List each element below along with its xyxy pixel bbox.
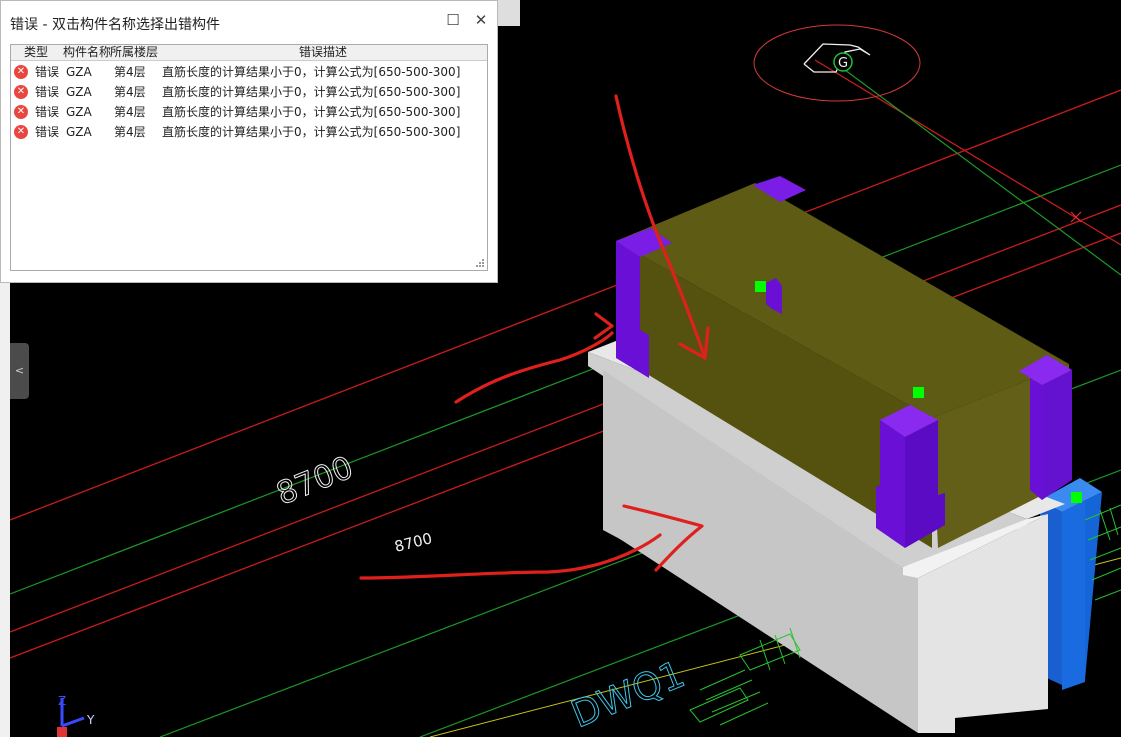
table-row[interactable]: ✕ 错误 GZA 第4层 直筋长度的计算结果小于0，计算公式为[650-500-… <box>11 83 487 103</box>
maximize-button[interactable]: ☐ <box>442 9 464 31</box>
close-icon: ✕ <box>474 11 488 29</box>
compass-label: G <box>838 56 848 71</box>
row-type: 错误 <box>35 105 60 119</box>
column-header-component[interactable]: 构件名称 <box>63 45 111 60</box>
error-icon: ✕ <box>14 65 28 79</box>
row-floor: 第4层 <box>114 65 146 79</box>
toolbar-fragment <box>498 0 520 26</box>
column-header-description[interactable]: 错误描述 <box>299 45 347 60</box>
table-row[interactable]: ✕ 错误 GZA 第4层 直筋长度的计算结果小于0，计算公式为[650-500-… <box>11 63 487 83</box>
row-floor: 第4层 <box>114 105 146 119</box>
error-table: 类型 构件名称 所属楼层 错误描述 ✕ 错误 GZA 第4层 直筋长度的计算结果… <box>10 44 488 271</box>
row-floor: 第4层 <box>114 125 146 139</box>
row-component[interactable]: GZA <box>66 63 92 81</box>
error-icon: ✕ <box>14 125 28 139</box>
table-row[interactable]: ✕ 错误 GZA 第4层 直筋长度的计算结果小于0，计算公式为[650-500-… <box>11 123 487 143</box>
row-component[interactable]: GZA <box>66 123 92 141</box>
axis-z-label: Z <box>58 694 66 708</box>
row-description: 直筋长度的计算结果小于0，计算公式为[650-500-300] <box>162 65 461 79</box>
row-description: 直筋长度的计算结果小于0，计算公式为[650-500-300] <box>162 105 461 119</box>
error-dialog: 错误 - 双击构件名称选择出错构件 ☐ ✕ 类型 构件名称 所属楼层 错误描述 … <box>0 0 498 283</box>
column-header-type[interactable]: 类型 <box>24 45 48 60</box>
table-row[interactable]: ✕ 错误 GZA 第4层 直筋长度的计算结果小于0，计算公式为[650-500-… <box>11 103 487 123</box>
close-button[interactable]: ✕ <box>470 9 492 31</box>
row-type: 错误 <box>35 65 60 79</box>
row-floor: 第4层 <box>114 85 146 99</box>
dialog-title: 错误 - 双击构件名称选择出错构件 <box>10 17 220 33</box>
table-header: 类型 构件名称 所属楼层 错误描述 <box>11 45 487 61</box>
row-description: 直筋长度的计算结果小于0，计算公式为[650-500-300] <box>162 125 461 139</box>
row-component[interactable]: GZA <box>66 103 92 121</box>
maximize-icon: ☐ <box>446 11 460 29</box>
error-icon: ✕ <box>14 105 28 119</box>
row-type: 错误 <box>35 85 60 99</box>
resize-grip-icon[interactable] <box>476 259 485 268</box>
row-description: 直筋长度的计算结果小于0，计算公式为[650-500-300] <box>162 85 461 99</box>
row-component[interactable]: GZA <box>66 83 92 101</box>
axis-y-label: Y <box>86 713 95 727</box>
left-panel-strip <box>0 283 10 737</box>
error-icon: ✕ <box>14 85 28 99</box>
column-header-floor[interactable]: 所属楼层 <box>110 45 158 60</box>
sidebar-collapse-button[interactable]: < <box>10 343 29 399</box>
row-type: 错误 <box>35 125 60 139</box>
chevron-left-icon: < <box>14 364 25 377</box>
